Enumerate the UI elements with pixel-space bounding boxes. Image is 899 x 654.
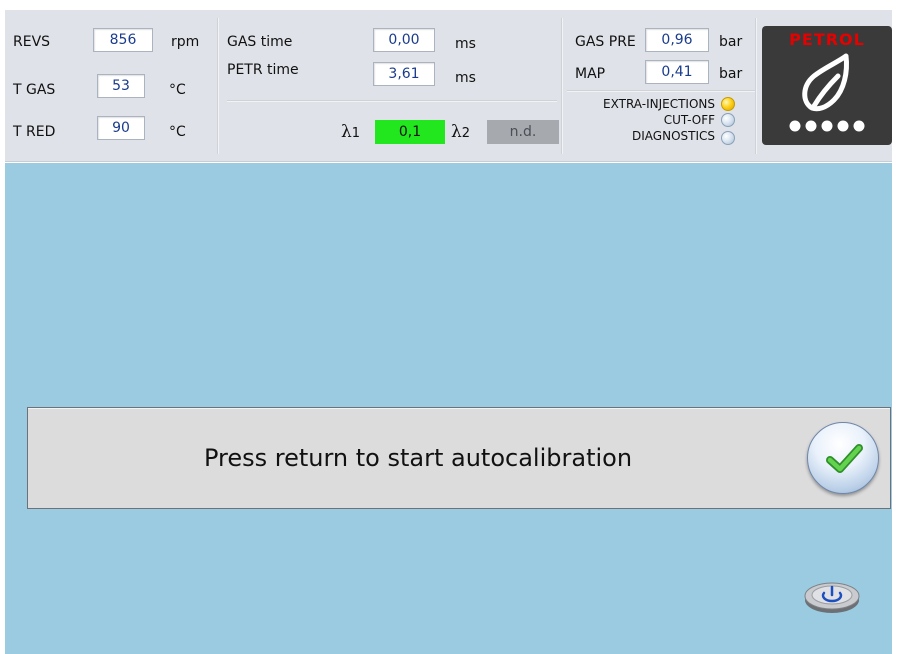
revs-unit: rpm [171,34,200,50]
petr-time-value: 3,61 [373,62,435,86]
lambda-symbol: λ [341,122,352,142]
extra-injections-led [721,97,735,111]
diagnostics-led [721,131,735,145]
separator [755,18,757,154]
petr-time-label: PETR time [227,62,299,78]
gas-pressure-unit: bar [719,34,743,50]
tred-value: 90 [97,116,145,140]
gas-time-label: GAS time [227,34,293,50]
main-panel: Press return to start autocalibration [5,163,892,654]
map-value: 0,41 [645,60,709,84]
separator [567,90,757,92]
lambda2-value: n.d. [487,120,559,144]
gas-time-value: 0,00 [373,28,435,52]
lambda-symbol: λ [451,122,462,142]
separator [227,100,557,102]
cut-off-label: CUT-OFF [663,113,715,127]
cut-off-led [721,113,735,127]
tgas-value: 53 [97,74,145,98]
extra-injections-label: EXTRA-INJECTIONS [603,97,715,111]
separator [561,18,563,154]
diagnostics-label: DIAGNOSTICS [632,129,715,143]
petr-time-unit: ms [455,70,476,86]
screen: REVS 856 rpm T GAS 53 °C T RED 90 °C GAS… [0,0,899,654]
fuel-mode-indicator: PETROL [762,26,892,145]
gas-time-unit: ms [455,36,476,52]
gas-pressure-value: 0,96 [645,28,709,52]
tgas-label: T GAS [13,82,56,98]
lambda1-value: 0,1 [375,120,445,144]
tred-unit: °C [169,124,186,140]
lambda1-index: 1 [351,126,361,141]
confirm-button[interactable] [807,422,879,494]
revs-value: 856 [93,28,153,52]
map-unit: bar [719,66,743,82]
checkmark-icon [826,444,863,473]
lambda2-label: λ2 [451,123,470,143]
status-panel: REVS 856 rpm T GAS 53 °C T RED 90 °C GAS… [5,10,892,162]
revs-label: REVS [13,34,51,50]
power-icon [804,582,860,613]
lambda2-index: 2 [461,126,471,141]
autocalibration-prompt: Press return to start autocalibration [27,407,891,509]
gas-pressure-label: GAS PRE [575,34,636,50]
prompt-text: Press return to start autocalibration [203,444,633,472]
power-button[interactable] [802,574,862,616]
map-label: MAP [575,66,606,82]
tgas-unit: °C [169,82,186,98]
lambda1-label: λ1 [341,123,360,143]
fuel-drop-icon [789,53,865,132]
tred-label: T RED [13,124,56,140]
separator [217,18,219,154]
